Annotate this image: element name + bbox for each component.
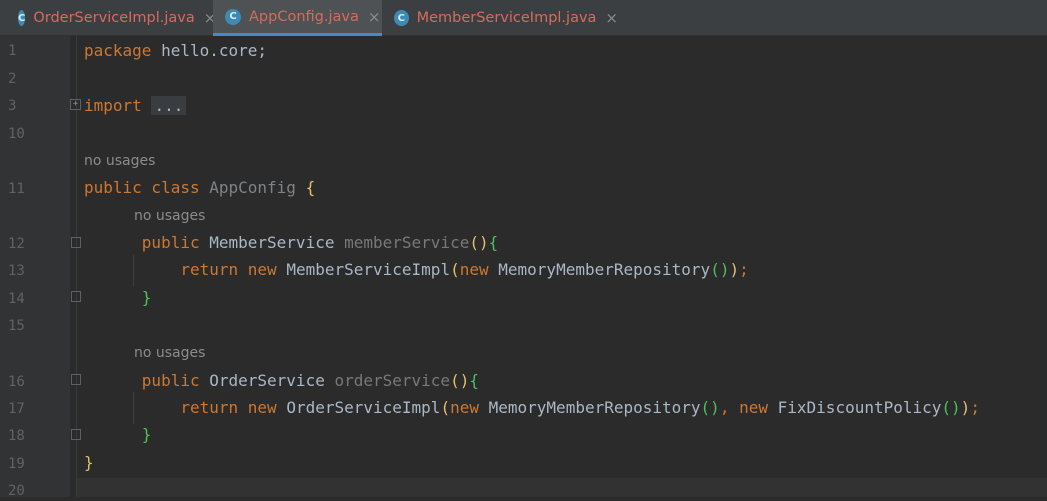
java-class-icon: C bbox=[394, 10, 409, 26]
fold-end-icon[interactable] bbox=[71, 429, 81, 440]
fold-end-icon[interactable] bbox=[71, 291, 81, 302]
line-number-gutter: 1 2 3 10 11 12 13 14 15 16 17 18 19 20 bbox=[0, 36, 70, 499]
code-line-19[interactable]: } bbox=[84, 453, 94, 473]
current-line-highlight bbox=[77, 478, 1047, 497]
code-line-13[interactable]: return new MemberServiceImpl(new MemoryM… bbox=[84, 260, 748, 280]
code-line-17[interactable]: return new OrderServiceImpl(new MemoryMe… bbox=[84, 398, 980, 418]
line-number: 14 bbox=[8, 291, 25, 307]
java-class-icon: C bbox=[18, 10, 26, 26]
code-line-12[interactable]: public MemberService memberService(){ bbox=[84, 233, 498, 253]
tab-appconfig[interactable]: C AppConfig.java × bbox=[213, 0, 382, 36]
line-number: 1 bbox=[8, 43, 17, 59]
tab-label: MemberServiceImpl.java bbox=[416, 10, 597, 26]
line-number: 2 bbox=[8, 71, 17, 87]
line-number: 20 bbox=[8, 483, 25, 499]
line-number: 18 bbox=[8, 428, 25, 444]
line-number: 11 bbox=[8, 181, 25, 197]
code-line-14[interactable]: } bbox=[84, 288, 152, 308]
tab-label: AppConfig.java bbox=[249, 8, 359, 25]
line-number: 15 bbox=[8, 318, 25, 334]
line-number: 10 bbox=[8, 126, 25, 142]
usages-hint[interactable]: no usages bbox=[134, 206, 205, 226]
code-line-3[interactable]: import ... bbox=[84, 96, 187, 116]
close-icon[interactable]: × bbox=[605, 9, 618, 27]
fold-collapse-icon[interactable] bbox=[71, 237, 81, 248]
usages-hint[interactable]: no usages bbox=[134, 343, 205, 363]
tab-memberserviceimpl[interactable]: C MemberServiceImpl.java × bbox=[382, 0, 618, 36]
fold-collapse-icon[interactable] bbox=[71, 374, 81, 385]
line-number: 16 bbox=[8, 374, 25, 390]
line-number: 17 bbox=[8, 401, 25, 417]
tab-orderserviceimpl[interactable]: C OrderServiceImpl.java × bbox=[0, 0, 216, 36]
code-line-11[interactable]: public class AppConfig { bbox=[84, 178, 315, 198]
line-number: 19 bbox=[8, 456, 25, 472]
code-line-1[interactable]: package hello.core; bbox=[84, 41, 267, 61]
line-number: 13 bbox=[8, 263, 25, 279]
line-number: 12 bbox=[8, 236, 25, 252]
fold-expand-icon[interactable]: + bbox=[70, 99, 81, 110]
tab-label: OrderServiceImpl.java bbox=[33, 10, 195, 26]
line-number: 3 bbox=[8, 98, 17, 114]
usages-hint[interactable]: no usages bbox=[84, 151, 155, 171]
editor-tab-bar: C OrderServiceImpl.java × C AppConfig.ja… bbox=[0, 0, 1047, 36]
code-line-18[interactable]: } bbox=[84, 425, 152, 445]
folded-imports[interactable]: ... bbox=[151, 96, 187, 115]
java-class-icon: C bbox=[225, 8, 241, 25]
close-icon[interactable]: × bbox=[368, 8, 381, 26]
code-line-16[interactable]: public OrderService orderService(){ bbox=[84, 371, 479, 391]
